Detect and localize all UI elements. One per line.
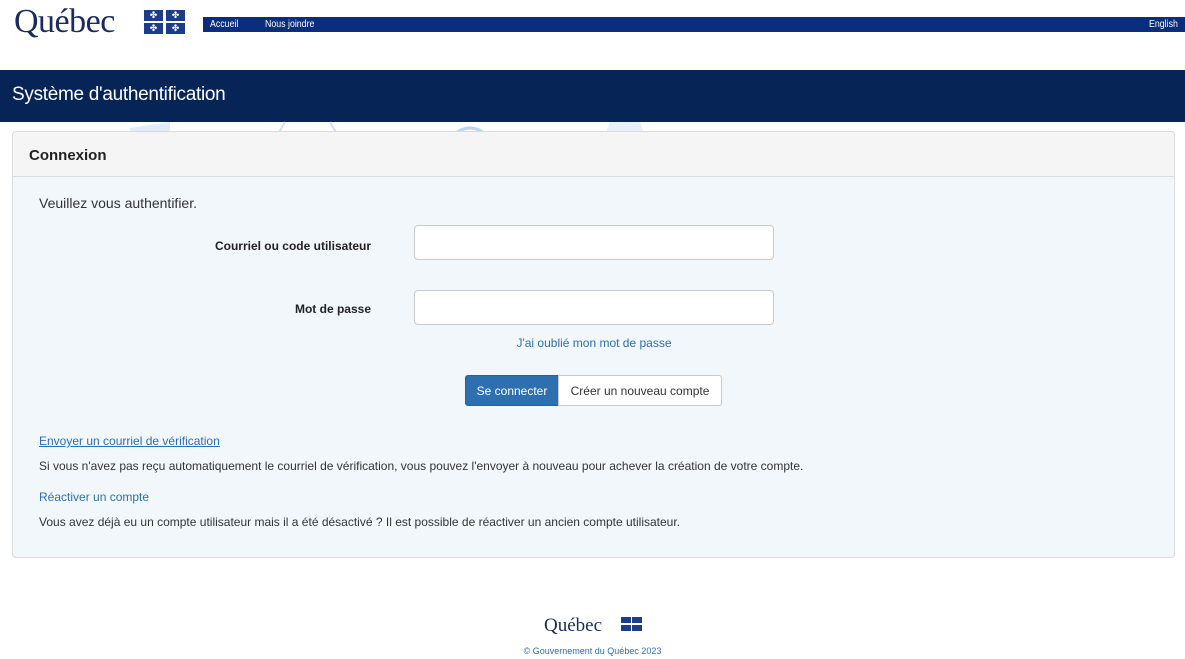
create-account-button[interactable]: Créer un nouveau compte: [558, 375, 722, 406]
footer-copyright: © Gouvernement du Québec 2023: [523, 646, 662, 656]
user-input[interactable]: [414, 225, 774, 260]
intro-text: Veuillez vous authentifier.: [39, 195, 197, 211]
verification-description: Si vous n'avez pas reçu automatiquement …: [39, 459, 804, 473]
login-panel: Connexion Veuillez vous authentifier. Co…: [12, 131, 1175, 558]
footer-flag-icon: [621, 617, 642, 631]
gov-nav-strip: Accueil Nous joindre English: [203, 17, 1185, 32]
user-field-label: Courriel ou code utilisateur: [214, 239, 371, 253]
system-title: Système d'authentification: [12, 84, 226, 105]
panel-title: Connexion: [29, 147, 107, 164]
forgot-password-link[interactable]: J'ai oublié mon mot de passe: [414, 336, 774, 350]
quebec-logo-text[interactable]: Québec: [14, 3, 115, 41]
panel-header: Connexion: [13, 132, 1174, 177]
send-verification-link[interactable]: Envoyer un courriel de vérification: [39, 434, 220, 448]
password-input[interactable]: [414, 290, 774, 325]
nav-link-nous-joindre[interactable]: Nous joindre: [265, 17, 314, 32]
password-field-label: Mot de passe: [294, 302, 371, 316]
fleur-de-lis-flag-icon[interactable]: ✤ ✤ ✤ ✤: [144, 10, 185, 34]
login-button[interactable]: Se connecter: [465, 375, 559, 406]
reactivate-account-link[interactable]: Réactiver un compte: [39, 490, 149, 504]
footer-quebec-logo-text[interactable]: Québec: [544, 615, 602, 637]
reactivate-description: Vous avez déjà eu un compte utilisateur …: [39, 515, 681, 529]
nav-link-accueil[interactable]: Accueil: [210, 17, 238, 32]
government-top-bar: Québec ✤ ✤ ✤ ✤ Accueil Nous joindre English: [0, 0, 1185, 48]
language-link-english[interactable]: English: [1149, 17, 1178, 32]
